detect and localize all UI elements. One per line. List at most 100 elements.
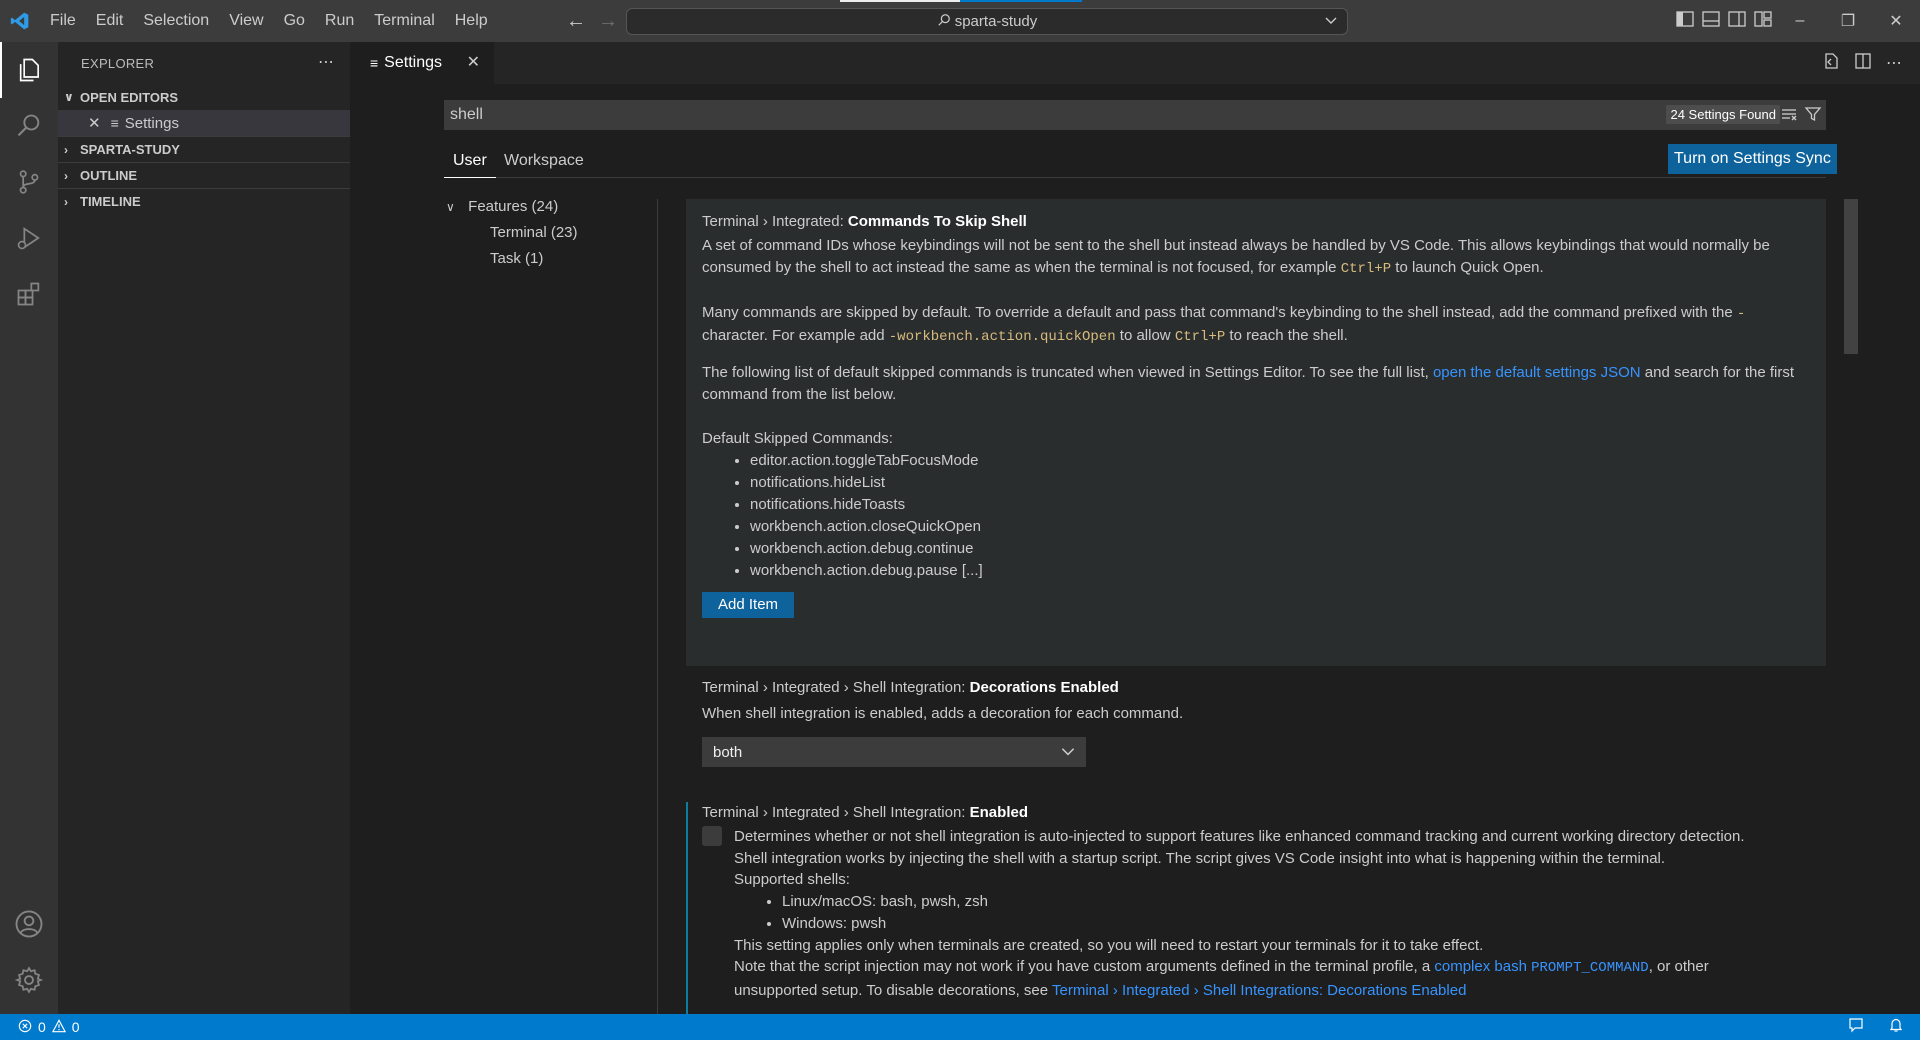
setting-breadcrumb: Terminal › Integrated › Shell Integratio… xyxy=(702,679,970,696)
desc-text: unsupported setup. To disable decoration… xyxy=(734,981,1053,999)
chevron-right-icon: › xyxy=(64,194,68,209)
outline-header[interactable]: › OUTLINE xyxy=(58,162,350,188)
toc-label: Features (24) xyxy=(468,198,559,215)
chevron-right-icon: › xyxy=(64,168,68,183)
desc-text: The following list of default skipped co… xyxy=(702,364,1433,381)
setting-commands-to-skip-shell[interactable]: Terminal › Integrated: Commands To Skip … xyxy=(686,199,1826,666)
forward-arrow-icon[interactable]: → xyxy=(598,10,618,33)
vscode-logo-icon xyxy=(0,0,40,42)
complex-bash-link[interactable]: complex bash PROMPT_COMMAND xyxy=(1434,958,1649,976)
search-icon xyxy=(937,13,951,31)
default-skipped-label: Default Skipped Commands: xyxy=(702,430,893,447)
setting-name: Decorations Enabled xyxy=(969,679,1119,696)
section-label: TIMELINE xyxy=(80,194,141,209)
open-settings-json-icon[interactable] xyxy=(1822,52,1840,75)
menu-go[interactable]: Go xyxy=(274,0,315,42)
add-item-button[interactable]: Add Item xyxy=(702,592,795,618)
sparta-study-header[interactable]: › SPARTA-STUDY xyxy=(58,136,350,162)
settings-search-input[interactable]: shell 24 Settings Found xyxy=(444,100,1826,130)
manage-gear-icon[interactable] xyxy=(0,952,58,1008)
timeline-header[interactable]: › TIMELINE xyxy=(58,188,350,214)
customize-layout-icon[interactable] xyxy=(1754,10,1772,32)
close-tab-icon[interactable]: ✕ xyxy=(467,52,480,72)
command-center[interactable]: sparta-study xyxy=(626,8,1348,35)
back-arrow-icon[interactable]: ← xyxy=(566,10,586,33)
accounts-icon[interactable] xyxy=(0,896,58,952)
minimize-icon[interactable]: – xyxy=(1776,12,1824,30)
setting-description: A set of command IDs whose keybindings w… xyxy=(702,235,1826,618)
list-item: Linux/macOS: bash, pwsh, zsh xyxy=(782,891,1802,913)
decorations-enabled-link[interactable]: Terminal › Integrated › Shell Integratio… xyxy=(1052,982,1466,999)
toc-terminal[interactable]: Terminal (23) xyxy=(444,220,644,246)
search-activity-icon[interactable] xyxy=(0,98,58,154)
tab-workspace[interactable]: Workspace xyxy=(504,146,584,178)
shell-integration-checkbox[interactable] xyxy=(702,826,722,846)
problems-status[interactable]: 0 0 xyxy=(0,1018,80,1036)
tab-user[interactable]: User xyxy=(444,146,496,178)
chevron-down-icon[interactable] xyxy=(1323,12,1339,32)
more-actions-icon[interactable]: ⋯ xyxy=(318,52,334,72)
menu-edit[interactable]: Edit xyxy=(86,0,134,42)
toc-features[interactable]: ∨ Features (24) xyxy=(444,194,644,220)
link-code: PROMPT_COMMAND xyxy=(1531,960,1649,976)
explorer-icon[interactable] xyxy=(0,42,58,98)
list-item: workbench.action.closeQuickOpen xyxy=(750,516,1826,538)
run-debug-icon[interactable] xyxy=(0,210,58,266)
toggle-secondary-sidebar-icon[interactable] xyxy=(1728,10,1746,32)
menu-terminal[interactable]: Terminal xyxy=(364,0,444,42)
list-item: notifications.hideList xyxy=(750,472,1826,494)
settings-scope-tabs: User Workspace xyxy=(444,146,1826,178)
more-actions-icon[interactable]: ⋯ xyxy=(1886,53,1902,73)
desc-text: Many commands are skipped by default. To… xyxy=(702,304,1737,321)
modified-indicator xyxy=(686,802,688,1014)
setting-description: Determines whether or not shell integrat… xyxy=(702,826,1802,1001)
menu-selection[interactable]: Selection xyxy=(133,0,219,42)
open-editor-item[interactable]: ✕ ≡ Settings xyxy=(58,110,350,136)
search-actions xyxy=(1780,105,1822,128)
title-bar: File Edit Selection View Go Run Terminal… xyxy=(0,0,1920,42)
filter-icon[interactable] xyxy=(1804,105,1822,128)
feedback-icon[interactable] xyxy=(1848,1017,1864,1036)
close-window-icon[interactable]: ✕ xyxy=(1872,11,1920,31)
open-editors-header[interactable]: ∨ OPEN EDITORS xyxy=(58,84,350,110)
settings-scrollbar[interactable] xyxy=(1844,199,1858,1014)
scrollbar-thumb[interactable] xyxy=(1844,199,1858,354)
section-label: SPARTA-STUDY xyxy=(80,142,180,157)
explorer-sidebar: EXPLORER ⋯ ∨ OPEN EDITORS ✕ ≡ Settings ›… xyxy=(58,42,350,1014)
toggle-panel-icon[interactable] xyxy=(1702,10,1720,32)
menu-file[interactable]: File xyxy=(40,0,86,42)
setting-description: When shell integration is enabled, adds … xyxy=(702,705,1184,722)
setting-shell-integration-enabled[interactable]: Terminal › Integrated › Shell Integratio… xyxy=(686,802,1826,1014)
decorations-select[interactable]: both xyxy=(702,737,1086,767)
split-editor-icon[interactable] xyxy=(1854,52,1872,75)
desc-text: Determines whether or not shell integrat… xyxy=(734,828,1745,845)
menu-run[interactable]: Run xyxy=(315,0,364,42)
navigation-arrows: ← → xyxy=(566,0,618,42)
chevron-down-icon: ∨ xyxy=(64,90,74,104)
default-settings-json-link[interactable]: open the default settings JSON xyxy=(1433,364,1641,381)
editor-tabs: ≡ Settings ✕ ⋯ xyxy=(350,42,1920,84)
settings-sync-button[interactable]: Turn on Settings Sync xyxy=(1668,144,1837,174)
menu-view[interactable]: View xyxy=(219,0,273,42)
activity-bar xyxy=(0,42,58,1014)
layout-controls xyxy=(1676,0,1772,42)
toggle-sidebar-icon[interactable] xyxy=(1676,10,1694,32)
settings-found-badge: 24 Settings Found xyxy=(1666,105,1780,124)
title-progress-segment xyxy=(840,0,960,2)
close-icon[interactable]: ✕ xyxy=(88,114,101,132)
tab-settings[interactable]: ≡ Settings ✕ xyxy=(350,42,494,84)
menu-help[interactable]: Help xyxy=(445,0,498,42)
source-control-icon[interactable] xyxy=(0,154,58,210)
menu-bar: File Edit Selection View Go Run Terminal… xyxy=(40,0,498,42)
chevron-right-icon: › xyxy=(64,142,68,157)
clear-filter-icon[interactable] xyxy=(1780,105,1798,128)
default-skipped-list: editor.action.toggleTabFocusMode notific… xyxy=(702,450,1826,582)
status-bar: 0 0 xyxy=(0,1014,1920,1040)
toc-task[interactable]: Task (1) xyxy=(444,246,644,272)
notifications-bell-icon[interactable] xyxy=(1888,1017,1904,1036)
open-editor-label: Settings xyxy=(124,114,179,132)
extensions-icon[interactable] xyxy=(0,266,58,322)
restore-icon[interactable]: ❐ xyxy=(1824,11,1872,31)
setting-decorations-enabled[interactable]: Terminal › Integrated › Shell Integratio… xyxy=(686,677,1826,787)
code-inline: -workbench.action.quickOpen xyxy=(888,329,1116,345)
